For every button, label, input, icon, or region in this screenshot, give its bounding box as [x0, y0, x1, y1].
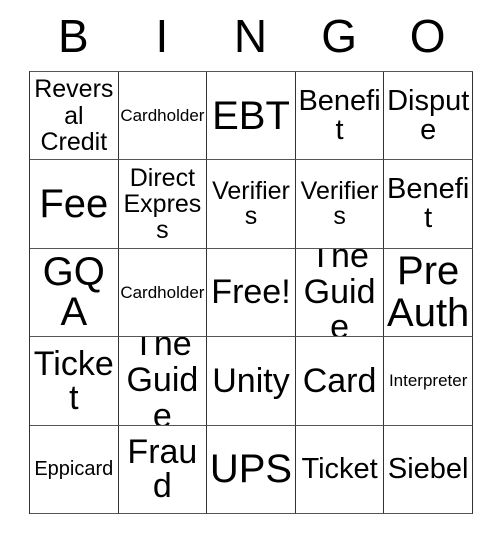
bingo-cell-label: The Guide	[303, 248, 376, 338]
bingo-cell[interactable]: Fee	[30, 160, 119, 249]
bingo-cell-label: Direct Express	[123, 163, 202, 245]
bingo-cell[interactable]: Unity	[207, 337, 296, 426]
bingo-cell-label: Card	[302, 361, 377, 400]
bingo-cell[interactable]: Benefit	[295, 72, 385, 161]
bingo-cell-label: Verifiers	[212, 177, 290, 231]
bingo-header-letter-n: N	[233, 9, 268, 62]
bingo-cell-label: Cardholder	[120, 106, 205, 126]
bingo-cell-label: Verifiers	[300, 177, 379, 231]
bingo-header-letter-i: I	[155, 9, 169, 62]
bingo-free-space-cell[interactable]: Free!	[207, 248, 296, 338]
bingo-cell-label: Free!	[211, 273, 291, 312]
bingo-cell[interactable]: EBT	[207, 72, 296, 161]
bingo-cell-label: Cardholder	[120, 282, 205, 302]
bingo-cell[interactable]: Benefit	[384, 160, 473, 249]
bingo-cell[interactable]: Cardholder	[118, 248, 208, 338]
bingo-cell[interactable]: Dispute	[384, 72, 473, 161]
bingo-cell-label: Interpreter	[388, 371, 468, 391]
bingo-cell-label: Ticket	[301, 452, 378, 485]
bingo-cell[interactable]: Verifiers	[295, 160, 385, 249]
bingo-header-letter-b: B	[57, 9, 89, 62]
bingo-cell[interactable]: Card	[295, 337, 385, 426]
bingo-header-letter-o: O	[409, 9, 446, 62]
bingo-row: Reversal Credit Cardholder EBT Benefit Dispu…	[30, 72, 473, 161]
bingo-cell[interactable]: The Guide	[295, 248, 385, 338]
bingo-cell-label: Unity	[212, 361, 290, 400]
bingo-cell-label: Ticket	[33, 344, 114, 417]
bingo-cell[interactable]: Ticket	[295, 425, 385, 514]
bingo-cell-label: Pre Auth	[387, 249, 470, 336]
bingo-cell-label: Fee	[39, 182, 109, 227]
bingo-grid: Reversal Credit Cardholder EBT Benefit Dispu…	[29, 71, 473, 514]
bingo-cell[interactable]: Siebel	[384, 425, 473, 514]
bingo-cell-label: Benefit	[298, 84, 381, 146]
bingo-cell-label: UPS	[209, 447, 293, 492]
bingo-cell-label: Reversal Credit	[34, 75, 114, 156]
bingo-cell-label: Fraud	[127, 433, 198, 506]
bingo-cell[interactable]: Cardholder	[118, 72, 208, 161]
bingo-cell[interactable]: GQA	[30, 248, 119, 338]
bingo-cell-label: Eppicard	[34, 458, 114, 481]
bingo-row: Ticket The Guide Unity Card Interpreter	[30, 337, 473, 426]
bingo-cell-label: The Guide	[126, 337, 199, 426]
bingo-row: Eppicard Fraud UPS Ticket Siebel	[30, 425, 473, 514]
bingo-cell[interactable]: Interpreter	[384, 337, 473, 426]
bingo-cell[interactable]: Direct Express	[118, 160, 208, 249]
bingo-cell[interactable]: The Guide	[118, 337, 208, 426]
bingo-cell-label: Dispute	[387, 84, 470, 146]
bingo-cell-label: Siebel	[387, 452, 469, 485]
bingo-header-letter-g: G	[321, 9, 357, 62]
bingo-row: Fee Direct Express Verifiers Verifiers Benef…	[30, 160, 473, 249]
bingo-cell[interactable]: Reversal Credit	[30, 72, 119, 161]
bingo-cell-label: GQA	[42, 250, 105, 335]
bingo-cell[interactable]: Eppicard	[30, 425, 119, 514]
bingo-row: GQA Cardholder Free! The Guide Pre Auth	[30, 248, 473, 338]
bingo-cell[interactable]: Pre Auth	[384, 248, 473, 338]
bingo-cell[interactable]: Fraud	[118, 425, 208, 514]
bingo-cell[interactable]: Verifiers	[207, 160, 296, 249]
bingo-cell-label: EBT	[212, 93, 290, 138]
bingo-cell[interactable]: Ticket	[30, 337, 119, 426]
bingo-cell-label: Benefit	[387, 173, 470, 235]
bingo-card: B I N G O Reversal Credit Cardholder EBT Be…	[29, 0, 473, 514]
bingo-header-row: B I N G O	[29, 0, 472, 71]
bingo-cell[interactable]: UPS	[207, 425, 296, 514]
